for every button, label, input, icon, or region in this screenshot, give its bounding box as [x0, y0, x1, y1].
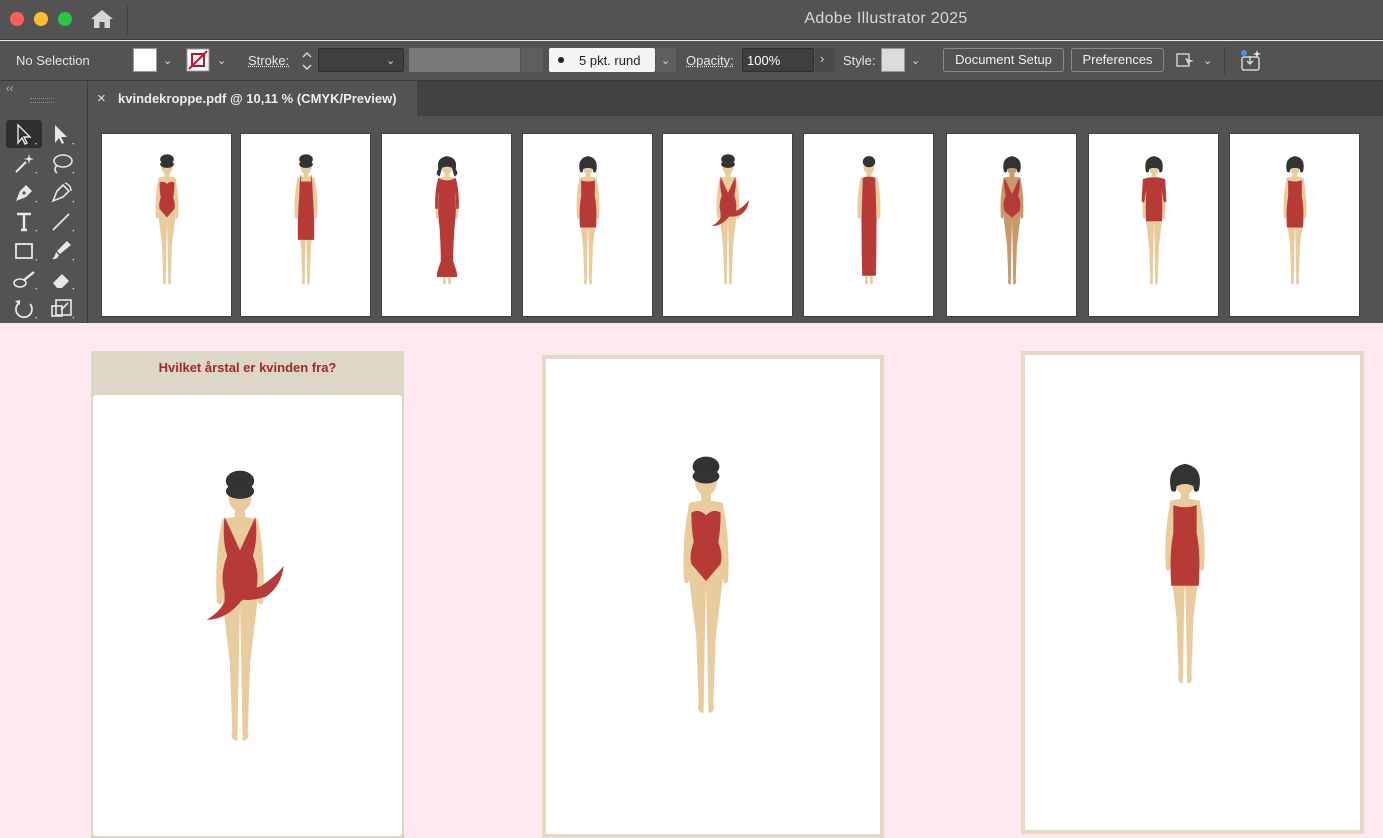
control-bar: No Selection ⌄ ⌄ Stroke: ⌄ 5 pkt. rund ⌄… — [0, 41, 1383, 81]
profile-dropdown[interactable] — [521, 48, 543, 72]
app-title: Adobe Illustrator 2025 — [804, 10, 968, 27]
close-window-button[interactable] — [10, 12, 24, 26]
artboard-strapless-mini[interactable] — [1229, 133, 1360, 317]
brush-definition-field[interactable]: 5 pkt. rund — [549, 48, 655, 72]
figure-flowing-swimsuit[interactable] — [170, 468, 310, 751]
shaper-icon — [13, 271, 37, 290]
figure-thumbnail-power-suit-dress — [1123, 151, 1185, 294]
magic-wand-icon — [15, 154, 37, 174]
pen-tool[interactable] — [9, 179, 39, 205]
lasso-tool[interactable] — [46, 150, 76, 176]
selection-icon — [17, 123, 37, 145]
rotate-tool[interactable] — [9, 295, 39, 321]
scale-icon — [51, 299, 74, 319]
stroke-swatch-icon[interactable] — [186, 48, 210, 72]
rectangle-icon — [15, 243, 37, 261]
style-dropdown-icon[interactable]: ⌄ — [911, 54, 920, 67]
fill-dropdown-icon[interactable]: ⌄ — [163, 54, 172, 67]
opacity-field[interactable]: 100% — [742, 48, 814, 72]
paintbrush-tool[interactable] — [46, 237, 76, 263]
direct-selection-icon — [55, 125, 74, 145]
tools-panel: ‹‹ — [0, 81, 88, 323]
collapse-panel-icon[interactable]: ‹‹ — [6, 83, 13, 95]
stroke-weight-dropdown-icon[interactable]: ⌄ — [386, 54, 395, 67]
panel-grip[interactable] — [30, 98, 54, 103]
figure-thumbnail-column-dress — [838, 151, 900, 294]
artboard-slip-dress[interactable] — [240, 133, 371, 317]
figure-thumbnail-v-swimsuit — [981, 151, 1043, 294]
share-sparkle-icon[interactable] — [1238, 48, 1264, 74]
style-label: Style: — [843, 53, 876, 68]
artboard-corset[interactable] — [101, 133, 232, 317]
type-tool[interactable] — [9, 208, 39, 234]
figure-thumbnail-mermaid-gown — [416, 151, 478, 294]
fill-swatch[interactable] — [133, 48, 157, 72]
home-icon[interactable] — [90, 9, 114, 29]
arrange-dropdown-icon[interactable]: ⌄ — [1203, 54, 1212, 67]
brush-dot-icon — [558, 57, 564, 63]
opacity-label[interactable]: Opacity: — [686, 54, 734, 68]
scale-tool[interactable] — [46, 295, 76, 321]
figure-thumbnail-strapless-mini — [1264, 151, 1326, 294]
document-setup-button[interactable]: Document Setup — [943, 48, 1064, 72]
selection-status: No Selection — [16, 53, 90, 68]
minimize-window-button[interactable] — [34, 12, 48, 26]
figure-thumbnail-strapless-mini — [557, 151, 619, 294]
line-tool[interactable] — [46, 208, 76, 234]
close-tab-icon[interactable]: × — [97, 90, 106, 107]
chevron-down-icon: ⌄ — [661, 55, 671, 67]
figure-thumbnail-slip-dress — [275, 151, 337, 294]
figure-thumbnail-flowing-swimsuit — [697, 151, 759, 294]
figure-strapless-dress — [1132, 410, 1238, 741]
rectangle-tool[interactable] — [9, 237, 39, 263]
chevron-right-icon: › — [820, 51, 825, 66]
pen-icon — [16, 185, 37, 203]
arrange-documents-icon[interactable] — [1175, 50, 1197, 70]
paintbrush-icon — [52, 241, 74, 261]
eraser-icon — [53, 274, 74, 290]
artboard-strapless-mini[interactable] — [522, 133, 653, 317]
lasso-icon — [53, 154, 74, 174]
title-bar: Adobe Illustrator 2025 — [0, 0, 1383, 40]
stroke-weight-stepper-icon[interactable] — [300, 49, 314, 73]
graphic-style-swatch[interactable] — [881, 48, 905, 72]
variable-width-profile[interactable] — [409, 48, 520, 72]
stroke-dropdown-icon[interactable]: ⌄ — [217, 54, 226, 67]
direct-selection-tool[interactable] — [46, 121, 76, 147]
artboard-column-dress[interactable] — [803, 133, 934, 317]
brush-dropdown[interactable]: ⌄ — [656, 48, 676, 72]
brush-value: 5 pkt. rund — [579, 53, 641, 68]
artboard-power-suit-dress[interactable] — [1088, 133, 1219, 317]
figure-thumbnail-corset — [136, 151, 198, 294]
artboard-mermaid-gown[interactable] — [381, 133, 512, 317]
figure-corset — [645, 433, 767, 744]
opacity-value: 100% — [747, 53, 781, 68]
stroke-label[interactable]: Stroke: — [248, 54, 289, 68]
zoom-window-button[interactable] — [58, 12, 72, 26]
opacity-slider-button[interactable]: › — [815, 48, 835, 72]
line-icon — [52, 213, 74, 232]
quiz-question: Hvilket årstal er kvinden fra? — [158, 360, 337, 375]
type-icon — [17, 212, 37, 232]
document-tab-title: kvindekroppe.pdf @ 10,11 % (CMYK/Preview… — [118, 91, 397, 106]
curvature-tool[interactable] — [46, 179, 76, 205]
curvature-icon — [51, 182, 74, 203]
document-tab[interactable]: × kvindekroppe.pdf @ 10,11 % (CMYK/Previ… — [88, 81, 417, 116]
shaper-tool[interactable] — [9, 266, 39, 292]
eraser-tool[interactable] — [46, 266, 76, 292]
artboard-v-swimsuit[interactable] — [946, 133, 1077, 317]
selection-tool[interactable] — [9, 121, 39, 147]
preferences-button[interactable]: Preferences — [1071, 48, 1164, 72]
artboard-flowing-swimsuit[interactable] — [662, 133, 793, 317]
magic-wand-tool[interactable] — [9, 150, 39, 176]
rotate-icon — [15, 300, 37, 319]
